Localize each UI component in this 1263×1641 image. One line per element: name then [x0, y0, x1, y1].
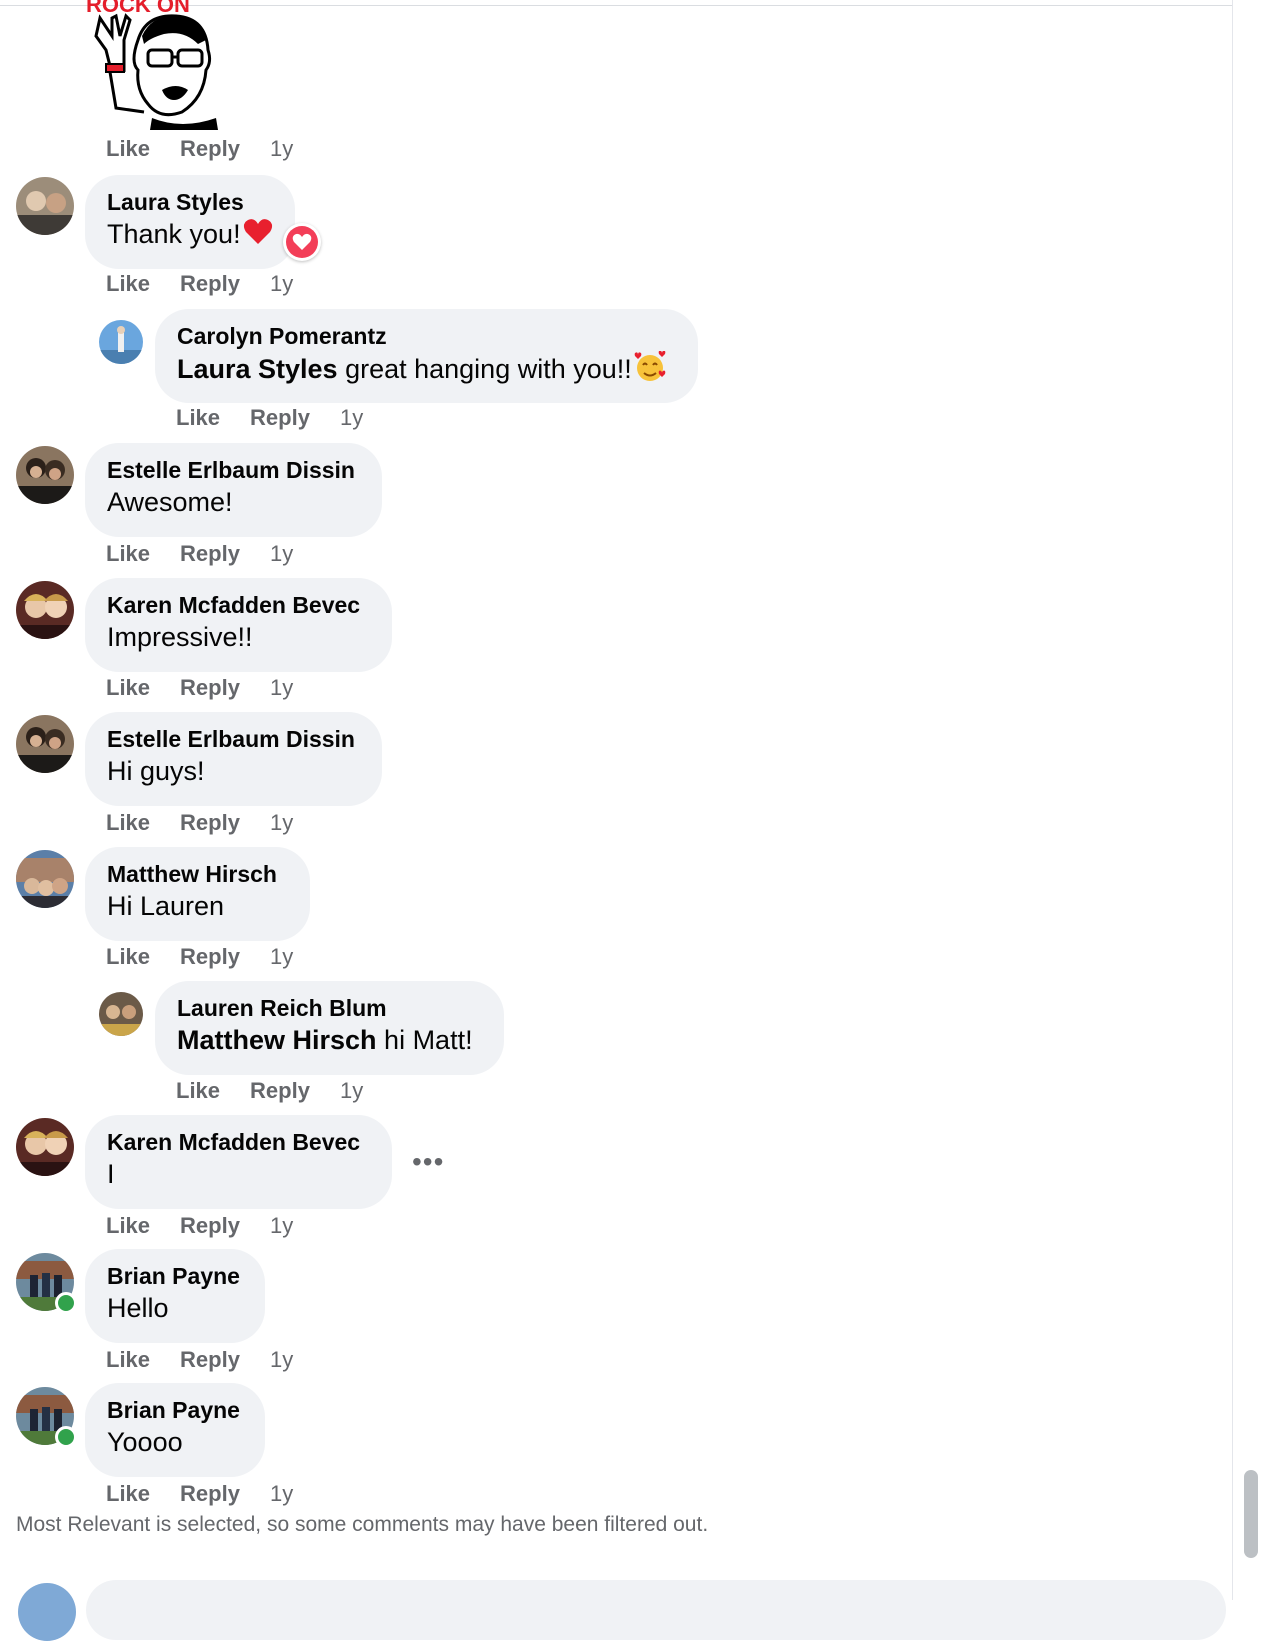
comment-text: Thank you!: [107, 217, 273, 254]
comment-actions: Like Reply 1y: [106, 1481, 293, 1507]
comment-text: Matthew Hirsch hi Matt!: [177, 1025, 473, 1055]
current-user-avatar[interactable]: [18, 1583, 76, 1641]
comment-author[interactable]: Lauren Reich Blum: [177, 993, 482, 1023]
smiling-face-with-hearts-icon: [634, 350, 666, 391]
comment-text: Hi guys!: [107, 756, 205, 786]
like-button[interactable]: Like: [106, 541, 150, 567]
comment-author[interactable]: Estelle Erlbaum Dissin: [107, 455, 360, 485]
comment-author[interactable]: Brian Payne: [107, 1395, 243, 1425]
reply-button[interactable]: Reply: [180, 1347, 240, 1373]
comment-bubble: Karen Mcfadden Bevec I: [85, 1115, 392, 1209]
love-reaction-badge[interactable]: [283, 223, 321, 261]
comment-time[interactable]: 1y: [270, 1347, 293, 1373]
comment-bubble: Brian Payne Yoooo: [85, 1383, 265, 1477]
reply-button[interactable]: Reply: [180, 944, 240, 970]
comment-actions: Like Reply 1y: [106, 944, 293, 970]
red-heart-icon: [243, 218, 273, 254]
scrollbar-thumb[interactable]: [1244, 1470, 1258, 1558]
like-button[interactable]: Like: [106, 944, 150, 970]
online-status-indicator: [55, 1426, 77, 1448]
comment-author[interactable]: Carolyn Pomerantz: [177, 321, 676, 351]
comment-text: Yoooo: [107, 1427, 183, 1457]
comment-bubble: Matthew Hirsch Hi Lauren: [85, 847, 310, 941]
like-button[interactable]: Like: [106, 675, 150, 701]
comment-time[interactable]: 1y: [270, 271, 293, 297]
comment-text: Hi Lauren: [107, 891, 225, 921]
reply-button[interactable]: Reply: [180, 1481, 240, 1507]
avatar[interactable]: [99, 992, 143, 1036]
comment-author[interactable]: Karen Mcfadden Bevec: [107, 1127, 370, 1157]
comment-bubble: Estelle Erlbaum Dissin Awesome!: [85, 443, 382, 537]
like-button[interactable]: Like: [176, 1078, 220, 1104]
reply-bubble: Carolyn Pomerantz Laura Styles great han…: [155, 309, 698, 403]
sticker-actions: Like Reply 1y: [106, 136, 293, 162]
like-button[interactable]: Like: [106, 1213, 150, 1239]
comment-time[interactable]: 1y: [270, 1481, 293, 1507]
like-button[interactable]: Like: [106, 1347, 150, 1373]
avatar[interactable]: [16, 715, 74, 773]
comment-author[interactable]: Matthew Hirsch: [107, 859, 288, 889]
comment-bubble: Estelle Erlbaum Dissin Hi guys!: [85, 712, 382, 806]
comment-actions: Like Reply 1y: [106, 675, 293, 701]
comment-author[interactable]: Karen Mcfadden Bevec: [107, 590, 370, 620]
reply-button[interactable]: Reply: [180, 810, 240, 836]
comment-author[interactable]: Estelle Erlbaum Dissin: [107, 724, 360, 754]
like-button[interactable]: Like: [176, 405, 220, 431]
comment-time[interactable]: 1y: [270, 136, 293, 162]
comment-text: Laura Styles great hanging with you!!: [177, 350, 676, 391]
avatar[interactable]: [16, 177, 74, 235]
comment-actions: Like Reply 1y: [176, 1078, 363, 1104]
scrollbar-track[interactable]: [1232, 0, 1263, 1600]
comment-actions: Like Reply 1y: [106, 541, 293, 567]
rock-on-sticker: ROCK ON: [86, 0, 231, 130]
avatar[interactable]: [16, 581, 74, 639]
comment-bubble: Brian Payne Hello: [85, 1249, 265, 1343]
reply-button[interactable]: Reply: [180, 1213, 240, 1239]
like-button[interactable]: Like: [106, 136, 150, 162]
mention-link[interactable]: Matthew Hirsch: [177, 1025, 377, 1055]
avatar[interactable]: [16, 850, 74, 908]
comment-time[interactable]: 1y: [270, 541, 293, 567]
comment-actions: Like Reply 1y: [106, 271, 293, 297]
reply-bubble: Lauren Reich Blum Matthew Hirsch hi Matt…: [155, 981, 504, 1075]
comment-text: Awesome!: [107, 487, 233, 517]
reply-button[interactable]: Reply: [180, 271, 240, 297]
like-button[interactable]: Like: [106, 810, 150, 836]
reply-button[interactable]: Reply: [180, 541, 240, 567]
comment-actions: Like Reply 1y: [176, 405, 363, 431]
like-button[interactable]: Like: [106, 271, 150, 297]
comment-time[interactable]: 1y: [340, 405, 363, 431]
comment-author[interactable]: Laura Styles: [107, 187, 273, 217]
comment-actions: Like Reply 1y: [106, 1213, 293, 1239]
comment-actions: Like Reply 1y: [106, 1347, 293, 1373]
comment-text: Hello: [107, 1293, 169, 1323]
comment-composer-input[interactable]: [86, 1580, 1226, 1640]
avatar[interactable]: [16, 446, 74, 504]
comment-bubble: Karen Mcfadden Bevec Impressive!!: [85, 578, 392, 672]
comment-time[interactable]: 1y: [340, 1078, 363, 1104]
avatar[interactable]: [99, 320, 143, 364]
comment-text: I: [107, 1159, 115, 1189]
mention-link[interactable]: Laura Styles: [177, 354, 338, 384]
comment-time[interactable]: 1y: [270, 810, 293, 836]
comment-time[interactable]: 1y: [270, 675, 293, 701]
comment-time[interactable]: 1y: [270, 1213, 293, 1239]
online-status-indicator: [55, 1292, 77, 1314]
comment-text: Impressive!!: [107, 622, 253, 652]
like-button[interactable]: Like: [106, 1481, 150, 1507]
comment-bubble: Laura Styles Thank you!: [85, 175, 295, 269]
reply-button[interactable]: Reply: [180, 136, 240, 162]
comment-actions: Like Reply 1y: [106, 810, 293, 836]
filter-notice: Most Relevant is selected, so some comme…: [16, 1513, 709, 1536]
reply-button[interactable]: Reply: [250, 405, 310, 431]
comment-time[interactable]: 1y: [270, 944, 293, 970]
avatar[interactable]: [16, 1118, 74, 1176]
more-options-button[interactable]: •••: [412, 1146, 444, 1178]
reply-button[interactable]: Reply: [180, 675, 240, 701]
reply-button[interactable]: Reply: [250, 1078, 310, 1104]
comment-author[interactable]: Brian Payne: [107, 1261, 243, 1291]
